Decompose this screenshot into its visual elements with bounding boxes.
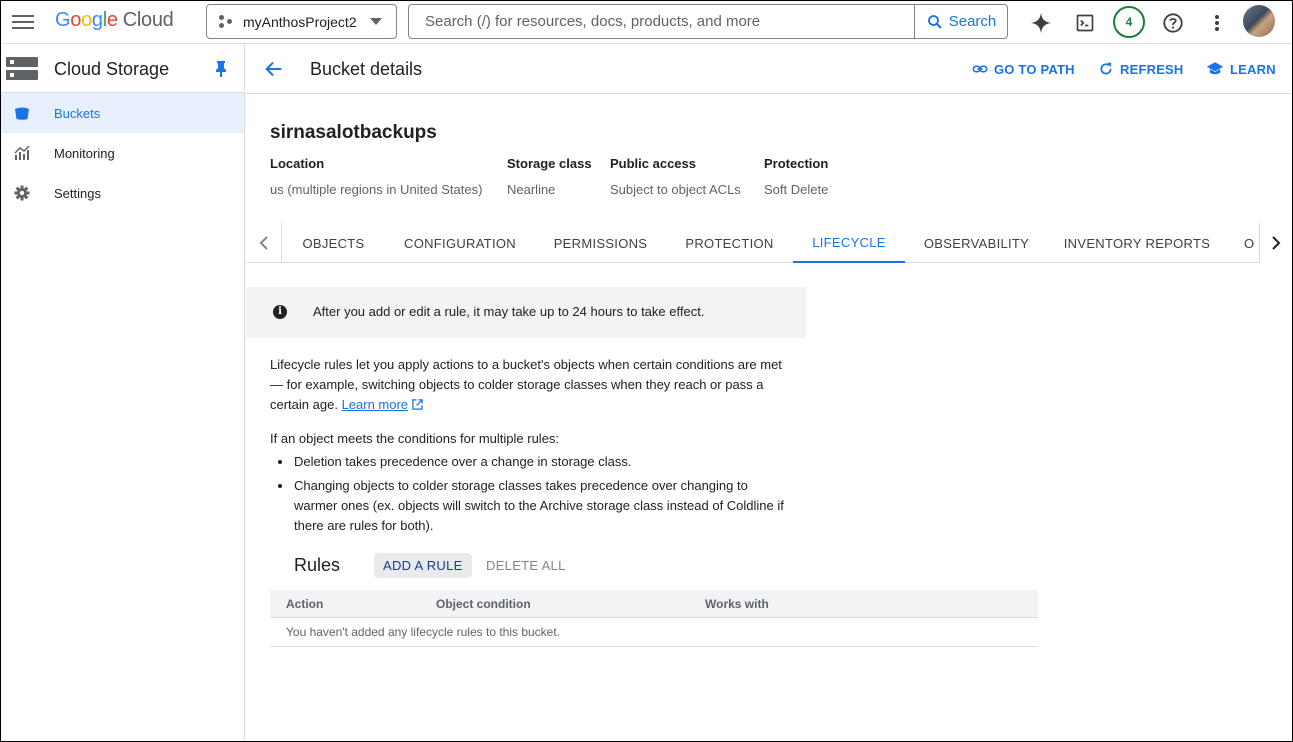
tab-protection[interactable]: PROTECTION (671, 223, 788, 263)
cloud-shell-icon[interactable] (1071, 9, 1099, 37)
sidebar: Cloud Storage Buckets Monitoring Setting… (1, 45, 245, 741)
bucket-icon (15, 107, 29, 120)
search-bar: Search (408, 4, 1008, 39)
info-banner: i After you add or edit a rule, it may t… (246, 287, 806, 338)
sidebar-header: Cloud Storage (1, 45, 244, 93)
add-rule-button[interactable]: ADD A RULE (374, 553, 472, 578)
cloud-storage-icon (6, 57, 38, 81)
info-icon: i (273, 305, 287, 319)
refresh-button[interactable]: REFRESH (1098, 61, 1184, 77)
main-content: Bucket details GO TO PATH REFRESH LEARN … (246, 45, 1292, 741)
top-app-bar: GoogleCloud myAnthosProject2 Search 4 (1, 1, 1292, 44)
chevron-right-icon (1272, 236, 1281, 250)
tab-inventory-reports[interactable]: INVENTORY REPORTS (1052, 223, 1222, 263)
pin-icon[interactable] (214, 60, 228, 78)
sidebar-item-settings[interactable]: Settings (1, 173, 244, 213)
column-works-with[interactable]: Works with (705, 597, 769, 611)
delete-all-button[interactable]: DELETE ALL (486, 558, 566, 573)
sidebar-item-buckets[interactable]: Buckets (1, 93, 244, 133)
table-header: Action Object condition Works with (270, 590, 1038, 618)
search-icon (927, 14, 942, 29)
project-icon (219, 14, 233, 29)
info-banner-text: After you add or edit a rule, it may tak… (313, 304, 705, 319)
learn-button[interactable]: LEARN (1206, 61, 1276, 77)
meta-location: Location us (multiple regions in United … (270, 156, 483, 197)
column-object-condition[interactable]: Object condition (436, 597, 531, 611)
list-item: Deletion takes precedence over a change … (270, 452, 790, 472)
search-button[interactable]: Search (914, 5, 1007, 38)
menu-icon[interactable] (12, 12, 34, 30)
sidebar-item-monitoring[interactable]: Monitoring (1, 133, 244, 173)
tab-scroll-right-button[interactable] (1259, 223, 1292, 263)
meta-storage-class: Storage class Nearline (507, 156, 592, 197)
refresh-icon (1100, 62, 1112, 75)
more-vert-icon[interactable] (1203, 9, 1231, 37)
tab-permissions[interactable]: PERMISSIONS (538, 223, 663, 263)
tab-objects[interactable]: OBJECTS (284, 223, 383, 263)
conditions-intro: If an object meets the conditions for mu… (270, 431, 560, 446)
chevron-down-icon (370, 18, 382, 25)
lifecycle-description: Lifecycle rules let you apply actions to… (270, 357, 782, 412)
google-cloud-logo[interactable]: Google Cloud (55, 9, 174, 32)
gemini-icon[interactable] (1027, 9, 1055, 37)
back-arrow-icon[interactable] (263, 58, 285, 80)
tab-lifecycle[interactable]: LIFECYCLE (793, 223, 905, 263)
learn-more-link[interactable]: Learn more (342, 397, 408, 412)
search-input[interactable] (409, 5, 914, 38)
page-header: Bucket details GO TO PATH REFRESH LEARN (246, 45, 1292, 94)
bucket-name: sirnasalotbackups (270, 122, 437, 143)
open-in-new-icon (411, 399, 423, 410)
project-picker[interactable]: myAnthosProject2 (206, 4, 397, 39)
school-icon (1206, 62, 1224, 75)
rules-table: Action Object condition Works with You h… (270, 590, 1038, 647)
empty-message: You haven't added any lifecycle rules to… (286, 625, 561, 639)
column-action[interactable]: Action (286, 597, 323, 611)
go-to-path-button[interactable]: GO TO PATH (972, 61, 1075, 77)
monitoring-icon (14, 145, 30, 160)
list-item: Changing objects to colder storage class… (270, 476, 790, 536)
tab-configuration[interactable]: CONFIGURATION (386, 223, 534, 263)
rules-title: Rules (294, 555, 341, 575)
tab-scroll-left-button[interactable] (246, 223, 282, 263)
avatar[interactable] (1243, 5, 1275, 37)
tab-observability[interactable]: OBSERVABILITY (914, 223, 1039, 263)
tab-overflow[interactable]: O (1244, 223, 1258, 263)
table-row: You haven't added any lifecycle rules to… (270, 618, 1038, 647)
conditions-list: Deletion takes precedence over a change … (270, 452, 790, 540)
chevron-left-icon (259, 236, 268, 250)
notification-count-badge[interactable]: 4 (1113, 6, 1145, 38)
link-icon (972, 65, 988, 73)
project-name: myAnthosProject2 (243, 13, 357, 30)
meta-protection: Protection Soft Delete (764, 156, 829, 197)
tab-bar: OBJECTS CONFIGURATION PERMISSIONS PROTEC… (246, 223, 1292, 263)
page-title: Bucket details (310, 59, 423, 79)
help-icon[interactable] (1159, 9, 1187, 37)
product-title: Cloud Storage (54, 59, 170, 79)
gear-icon (14, 185, 30, 201)
meta-public-access: Public access Subject to object ACLs (610, 156, 741, 197)
